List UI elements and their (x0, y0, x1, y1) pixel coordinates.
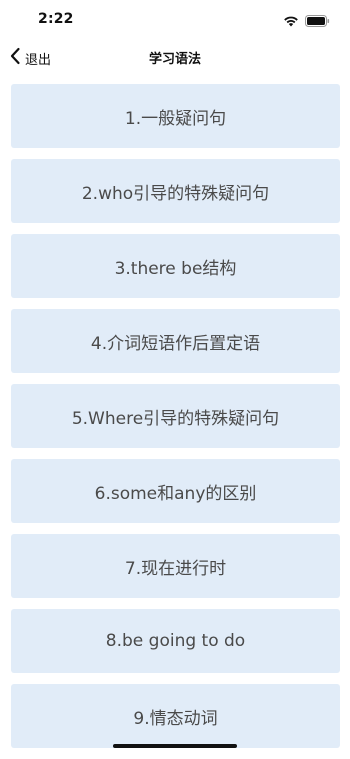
navigation-bar: 学习语法 退出 (0, 38, 350, 78)
list-item[interactable]: 6.some和any的区别 (11, 459, 340, 523)
wifi-icon (283, 12, 299, 31)
home-indicator[interactable] (113, 744, 237, 748)
list-item[interactable]: 2.who引导的特殊疑问句 (11, 159, 340, 223)
list-item-label: 3.there be结构 (114, 258, 237, 279)
list-item[interactable]: 1.一般疑问句 (11, 84, 340, 148)
list-item[interactable]: 4.介词短语作后置定语 (11, 309, 340, 373)
list-item[interactable]: 8.be going to do (11, 609, 340, 673)
chevron-left-icon (9, 47, 21, 69)
grammar-topic-list: 1.一般疑问句 2.who引导的特殊疑问句 3.there be结构 4.介词短… (11, 84, 340, 759)
status-icons (283, 12, 330, 31)
list-item-label: 2.who引导的特殊疑问句 (81, 183, 270, 204)
list-item[interactable]: 9.情态动词 (11, 684, 340, 748)
list-item-label: 7.现在进行时 (124, 558, 227, 579)
list-item[interactable]: 7.现在进行时 (11, 534, 340, 598)
list-item-label: 8.be going to do (105, 631, 246, 651)
list-item-label: 6.some和any的区别 (94, 483, 257, 504)
list-item-label: 9.情态动词 (133, 708, 218, 729)
list-item[interactable]: 3.there be结构 (11, 234, 340, 298)
list-item-label: 5.Where引导的特殊疑问句 (71, 408, 280, 429)
back-label: 退出 (25, 52, 52, 68)
back-button[interactable]: 退出 (9, 46, 51, 70)
list-item-label: 1.一般疑问句 (124, 108, 227, 129)
list-item-label: 4.介词短语作后置定语 (90, 333, 261, 354)
page-title: 学习语法 (148, 52, 201, 67)
list-item[interactable]: 5.Where引导的特殊疑问句 (11, 384, 340, 448)
status-time: 2:22 (38, 11, 74, 27)
status-bar: 2:22 (0, 0, 350, 38)
battery-icon (305, 12, 330, 31)
